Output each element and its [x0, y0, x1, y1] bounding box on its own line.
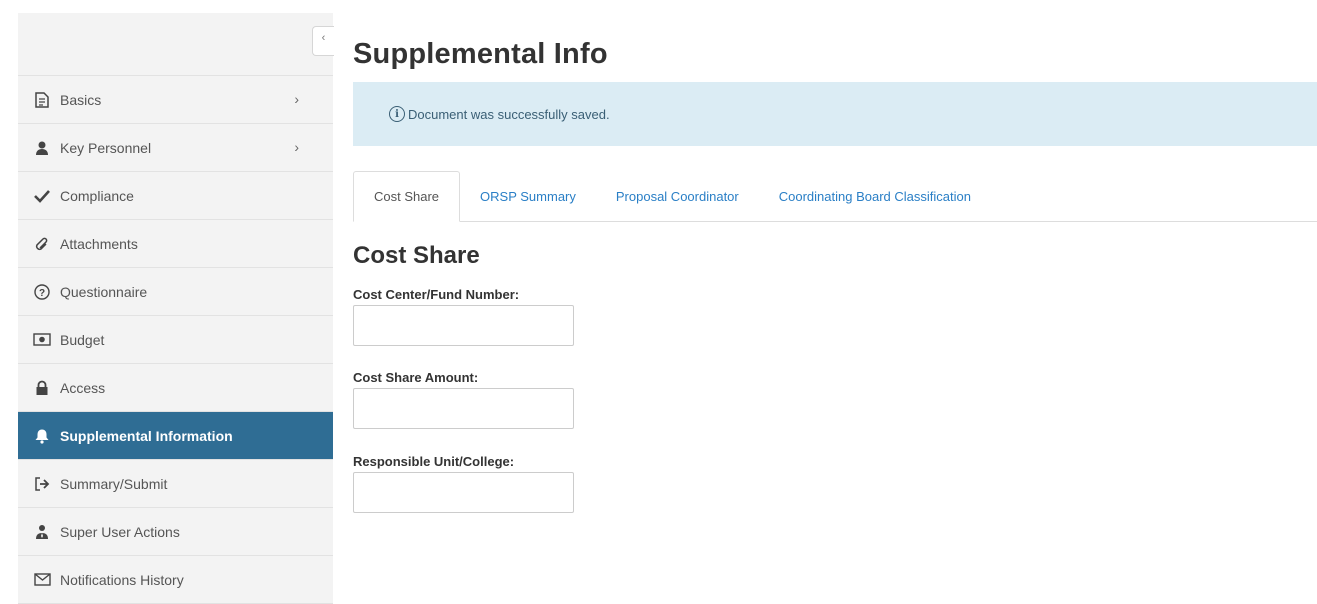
document-icon [32, 91, 52, 108]
user-icon [32, 140, 52, 156]
tab-orsp-summary[interactable]: ORSP Summary [460, 171, 596, 222]
sidebar-item-label: Access [60, 379, 106, 396]
svg-text:?: ? [39, 288, 45, 299]
chevron-right-icon: › [294, 91, 299, 107]
sidebar-item-label: Attachments [60, 235, 138, 252]
sidebar-item-label: Basics [60, 91, 102, 108]
alert-message: Document was successfully saved. [408, 106, 610, 122]
sidebar-item-summary-submit[interactable]: Summary/Submit [18, 460, 333, 508]
envelope-icon [32, 572, 52, 588]
sidebar-item-basics[interactable]: Basics › [18, 76, 333, 124]
cost-share-amount-label: Cost Share Amount: [353, 370, 479, 385]
sidebar-item-label: Notifications History [60, 571, 184, 588]
sidebar-header: ‹ [18, 13, 334, 75]
question-circle-icon: ? [32, 283, 52, 300]
tab-coordinating-board-classification[interactable]: Coordinating Board Classification [759, 171, 991, 222]
cost-share-amount-input[interactable] [353, 388, 574, 429]
sidebar-item-label: Questionnaire [60, 283, 148, 300]
responsible-unit-college-label: Responsible Unit/College: [353, 454, 515, 469]
chevron-left-icon: ‹ [321, 32, 326, 44]
section-title: Cost Share [353, 242, 480, 269]
sidebar-item-label: Compliance [60, 187, 134, 204]
user-tie-icon [32, 524, 52, 540]
sidebar-item-super-user-actions[interactable]: Super User Actions [18, 508, 333, 556]
sidebar-nav: ‹ Basics › Key Personnel › Compliance At… [18, 13, 334, 604]
main-content: Supplemental Info i Document was success… [353, 0, 1317, 604]
sidebar-item-label: Summary/Submit [60, 475, 168, 492]
cost-center-fund-number-input[interactable] [353, 305, 574, 346]
info-circle-icon: i [389, 106, 405, 122]
sidebar-item-key-personnel[interactable]: Key Personnel › [18, 124, 333, 172]
check-icon [32, 188, 52, 204]
sidebar-item-budget[interactable]: Budget [18, 316, 333, 364]
sidebar-item-label: Supplemental Information [60, 427, 233, 444]
sidebar-item-questionnaire[interactable]: ? Questionnaire [18, 268, 333, 316]
sidebar-item-notifications-history[interactable]: Notifications History [18, 556, 333, 604]
sidebar-menu: Basics › Key Personnel › Compliance Atta… [18, 75, 333, 604]
success-alert: i Document was successfully saved. [353, 82, 1317, 146]
app-page: ‹ Basics › Key Personnel › Compliance At… [0, 0, 1317, 604]
tab-bar: Cost Share ORSP Summary Proposal Coordin… [353, 169, 1317, 222]
sidebar-item-attachments[interactable]: Attachments [18, 220, 333, 268]
responsible-unit-college-input[interactable] [353, 472, 574, 513]
tab-cost-share[interactable]: Cost Share [353, 171, 461, 222]
chevron-right-icon: › [294, 139, 299, 155]
sidebar-item-label: Super User Actions [60, 523, 180, 540]
cost-center-fund-number-label: Cost Center/Fund Number: [353, 287, 520, 302]
sidebar-item-supplemental-information[interactable]: Supplemental Information [18, 412, 333, 460]
bell-icon [32, 428, 52, 444]
money-icon [32, 332, 52, 348]
sidebar-item-access[interactable]: Access [18, 364, 333, 412]
lock-icon [32, 380, 52, 396]
paperclip-icon [32, 236, 52, 252]
sidebar-item-compliance[interactable]: Compliance [18, 172, 333, 220]
sidebar-item-label: Key Personnel [60, 139, 152, 156]
page-title: Supplemental Info [353, 38, 608, 70]
sidebar-collapse-button[interactable]: ‹ [312, 26, 334, 56]
sign-in-icon [32, 476, 52, 492]
tab-proposal-coordinator[interactable]: Proposal Coordinator [596, 171, 759, 222]
sidebar-item-label: Budget [60, 331, 105, 348]
